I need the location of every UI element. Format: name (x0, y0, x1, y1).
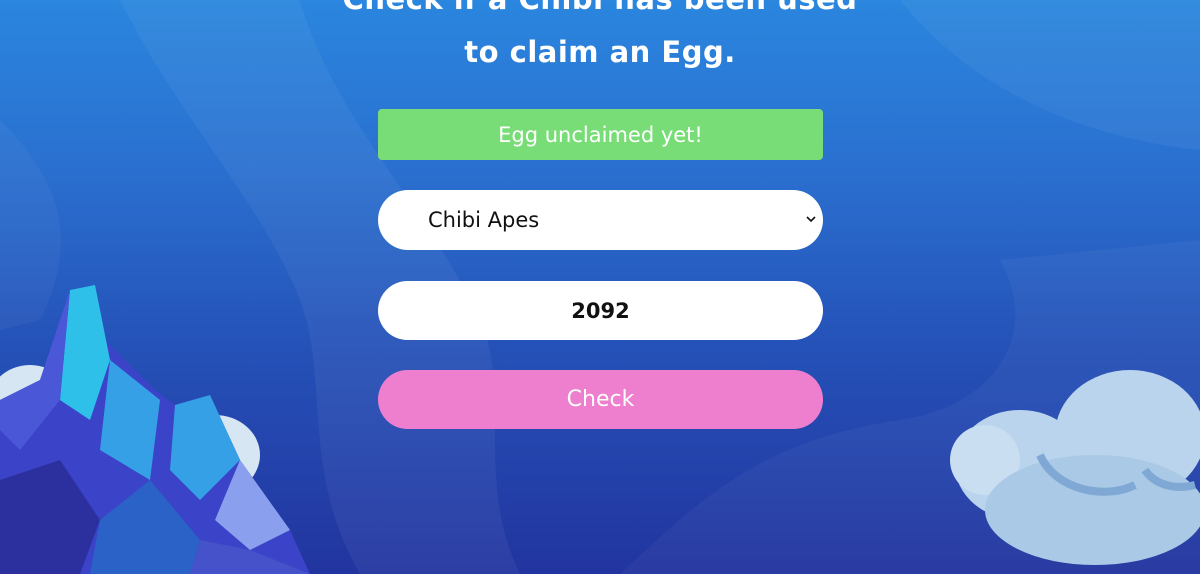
token-id-input[interactable]: 2092 (378, 281, 823, 340)
page-title-line-1: Check if a Chibi has been used (0, 0, 1200, 16)
collection-select-value: Chibi Apes (428, 208, 540, 232)
token-id-value: 2092 (571, 298, 630, 323)
page-title-line-2: to claim an Egg. (464, 35, 736, 69)
check-button[interactable]: Check (378, 370, 823, 429)
chevron-down-icon (806, 216, 816, 223)
check-button-label: Check (566, 387, 635, 412)
cloud-illustration (950, 370, 1200, 565)
status-banner: Egg unclaimed yet! (378, 109, 823, 160)
collection-select[interactable]: Chibi Apes (378, 190, 823, 250)
status-message: Egg unclaimed yet! (498, 122, 703, 147)
mountain-illustration (0, 285, 310, 574)
